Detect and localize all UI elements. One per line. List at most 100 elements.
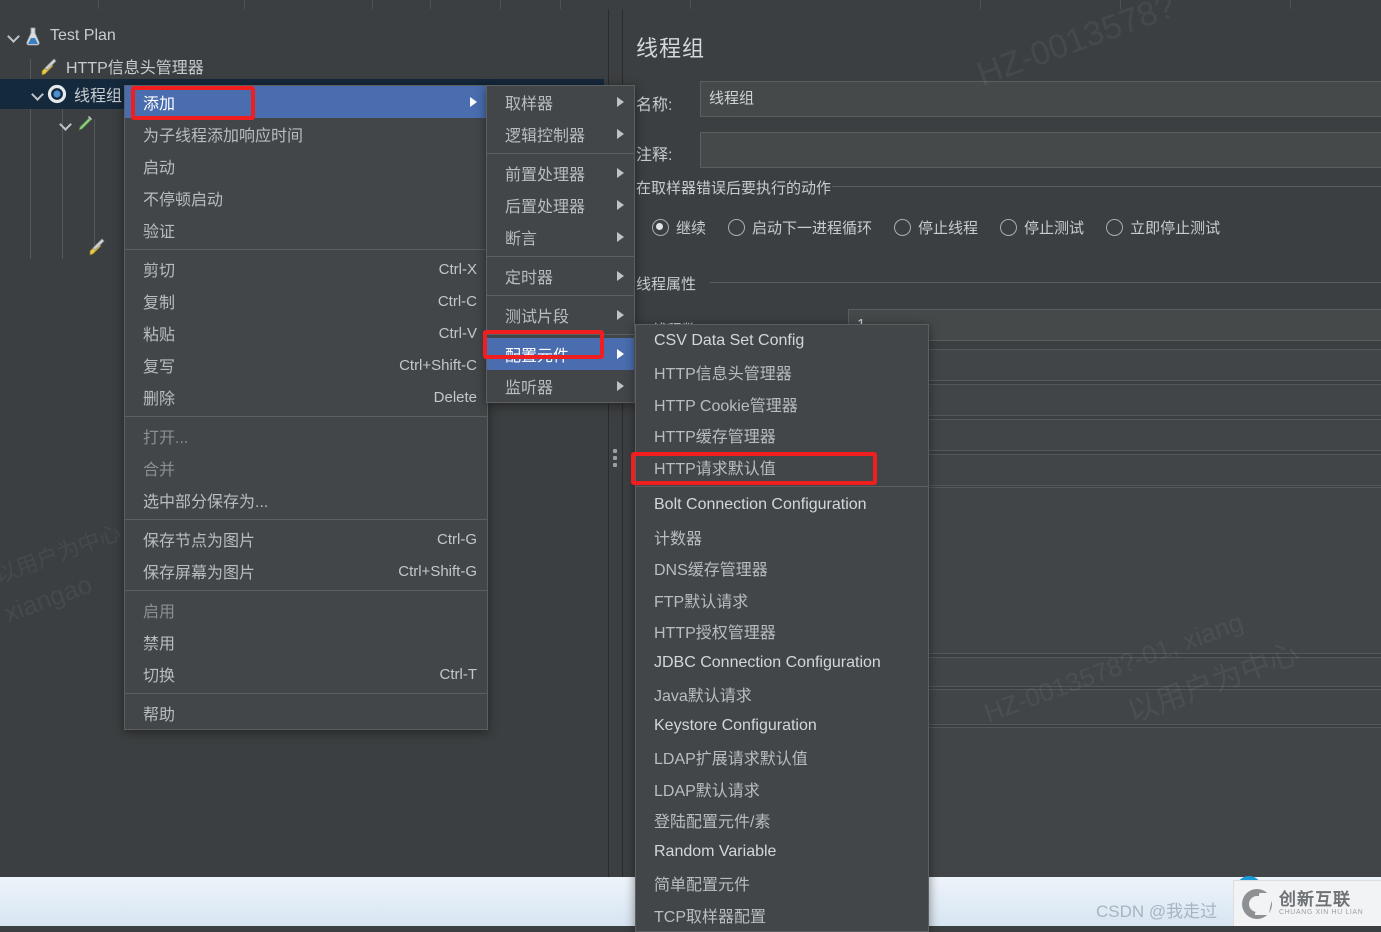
menu-item-启用[interactable]: 启用 [125,594,487,626]
menu-item-切换[interactable]: 切换 Ctrl-T [125,658,487,690]
menu-item-取样器[interactable]: 取样器 [487,86,634,118]
menu-item-不停顿启动[interactable]: 不停顿启动 [125,182,487,214]
menu-item-label: 合并 [143,462,176,479]
menu-item-合并[interactable]: 合并 [125,452,487,484]
menu-item-bolt-connection-configuration[interactable]: Bolt Connection Configuration [636,490,928,522]
menu-item-label: 复制 [143,295,176,312]
radio-indicator[interactable] [652,219,669,236]
menu-item-登陆配置元件-素[interactable]: 登陆配置元件/素 [636,805,928,837]
tree-node-test-plan[interactable]: Test Plan [6,21,116,51]
property-row[interactable] [928,689,1381,725]
property-row[interactable] [928,349,1381,381]
menu-item-label: HTTP请求默认值 [654,460,776,478]
menu-item-shortcut: Ctrl-C [437,292,477,310]
menu-separator [125,590,487,591]
menu-item-断言[interactable]: 断言 [487,221,634,253]
tree-node-http-header-manager[interactable]: HTTP信息头管理器 [38,51,204,81]
comment-field[interactable] [700,132,1381,168]
menu-separator [487,295,634,296]
menu-item-http信息头管理器[interactable]: HTTP信息头管理器 [636,357,928,389]
property-row[interactable] [928,454,1381,486]
radio-indicator[interactable] [894,219,912,236]
tree-node-sampler[interactable] [58,109,102,139]
splitter-grip-icon[interactable] [613,449,617,470]
menu-item-选中部分保存为[interactable]: 选中部分保存为... [125,484,487,516]
menu-item-label: 后置处理器 [505,199,586,216]
tree-context-menu[interactable]: 添加 为子线程添加响应时间 启动 不停顿启动 验证剪切 Ctrl-X 复制 Ctrl-C 粘贴 C… [124,85,488,730]
menu-item-配置元件[interactable]: 配置元件 [487,338,634,370]
config-element-submenu[interactable]: CSV Data Set Config HTTP信息头管理器 HTTP Cookie… [635,324,929,932]
chevron-down-icon[interactable] [6,28,22,44]
menu-item-label: 断言 [505,231,538,248]
radio-start-next-loop[interactable]: 启动下一进程循环 [728,217,872,238]
error-action-radio-group[interactable]: 继续 启动下一进程循环 停止线程 停止测试 立即停止测试 [652,217,1242,238]
test-plan-icon [22,25,44,47]
sampler-icon [74,113,96,135]
menu-item-保存屏幕为图片[interactable]: 保存屏幕为图片 Ctrl+Shift-G [125,555,487,587]
menu-item-java默认请求[interactable]: Java默认请求 [636,679,928,711]
menu-item-为子线程添加响应时间[interactable]: 为子线程添加响应时间 [125,118,487,150]
menu-item-keystore-configuration[interactable]: Keystore Configuration [636,710,928,742]
menu-item-保存节点为图片[interactable]: 保存节点为图片 Ctrl-G [125,523,487,555]
menu-item-定时器[interactable]: 定时器 [487,260,634,292]
menu-item-ldap默认请求[interactable]: LDAP默认请求 [636,773,928,805]
menu-item-简单配置元件[interactable]: 简单配置元件 [636,868,928,900]
menu-item-删除[interactable]: 删除 Delete [125,381,487,413]
menu-item-验证[interactable]: 验证 [125,214,487,246]
radio-stop-test[interactable]: 停止测试 [1000,217,1084,238]
menu-item-jdbc-connection-configuration[interactable]: JDBC Connection Configuration [636,647,928,679]
chevron-down-icon[interactable] [30,86,46,102]
menu-item-label: 切换 [143,668,176,685]
add-submenu[interactable]: 取样器 逻辑控制器前置处理器后置处理器断言定时器测试片段配置元件 监听器 [486,85,635,403]
menu-item-测试片段[interactable]: 测试片段 [487,299,634,331]
menu-item-label: JDBC Connection Configuration [654,653,881,671]
menu-item-计数器[interactable]: 计数器 [636,521,928,553]
property-block[interactable] [928,487,1381,654]
radio-stop-thread[interactable]: 停止线程 [894,217,978,238]
menu-item-http请求默认值[interactable]: HTTP请求默认值 [636,451,928,483]
menu-item-dns缓存管理器[interactable]: DNS缓存管理器 [636,553,928,585]
property-row[interactable] [928,384,1381,416]
name-field[interactable]: 线程组 [700,81,1381,117]
menu-item-label: 选中部分保存为... [143,494,269,511]
menu-item-逻辑控制器[interactable]: 逻辑控制器 [487,118,634,150]
menu-item-ldap扩展请求默认值[interactable]: LDAP扩展请求默认值 [636,742,928,774]
menu-item-复制[interactable]: 复制 Ctrl-C [125,285,487,317]
menu-item-label: Keystore Configuration [654,716,817,734]
menu-item-label: LDAP扩展请求默认值 [654,751,808,769]
property-block[interactable] [928,727,1381,881]
menu-item-http缓存管理器[interactable]: HTTP缓存管理器 [636,420,928,452]
menu-item-csv-data-set-config[interactable]: CSV Data Set Config [636,325,928,357]
chevron-right-icon [617,129,624,139]
header-manager-icon [38,55,60,77]
menu-item-前置处理器[interactable]: 前置处理器 [487,157,634,189]
menu-item-shortcut: Ctrl-G [437,530,477,548]
menu-item-帮助[interactable]: 帮助 [125,697,487,729]
menu-item-启动[interactable]: 启动 [125,150,487,182]
radio-indicator[interactable] [1000,219,1018,236]
menu-item-打开[interactable]: 打开... [125,420,487,452]
radio-continue[interactable]: 继续 [652,217,706,238]
menu-item-label: TCP取样器配置 [654,908,767,926]
menu-item-剪切[interactable]: 剪切 Ctrl-X [125,253,487,285]
property-row[interactable] [928,419,1381,451]
menu-item-ftp默认请求[interactable]: FTP默认请求 [636,584,928,616]
property-row[interactable] [928,657,1381,687]
menu-separator [487,334,634,335]
radio-indicator[interactable] [1106,219,1124,236]
menu-item-粘贴[interactable]: 粘贴 Ctrl-V [125,317,487,349]
chevron-down-icon[interactable] [58,116,74,132]
menu-item-后置处理器[interactable]: 后置处理器 [487,189,634,221]
menu-item-label: Bolt Connection Configuration [654,496,867,514]
menu-item-复写[interactable]: 复写 Ctrl+Shift-C [125,349,487,381]
menu-item-http授权管理器[interactable]: HTTP授权管理器 [636,616,928,648]
menu-item-禁用[interactable]: 禁用 [125,626,487,658]
menu-item-http-cookie管理器[interactable]: HTTP Cookie管理器 [636,388,928,420]
menu-item-添加[interactable]: 添加 [125,86,487,118]
menu-item-random-variable[interactable]: Random Variable [636,836,928,868]
menu-item-label: DNS缓存管理器 [654,562,768,580]
tree-node-config-element[interactable] [86,231,114,261]
radio-indicator[interactable] [728,219,746,236]
menu-item-监听器[interactable]: 监听器 [487,370,634,402]
radio-stop-test-now[interactable]: 立即停止测试 [1106,217,1220,238]
